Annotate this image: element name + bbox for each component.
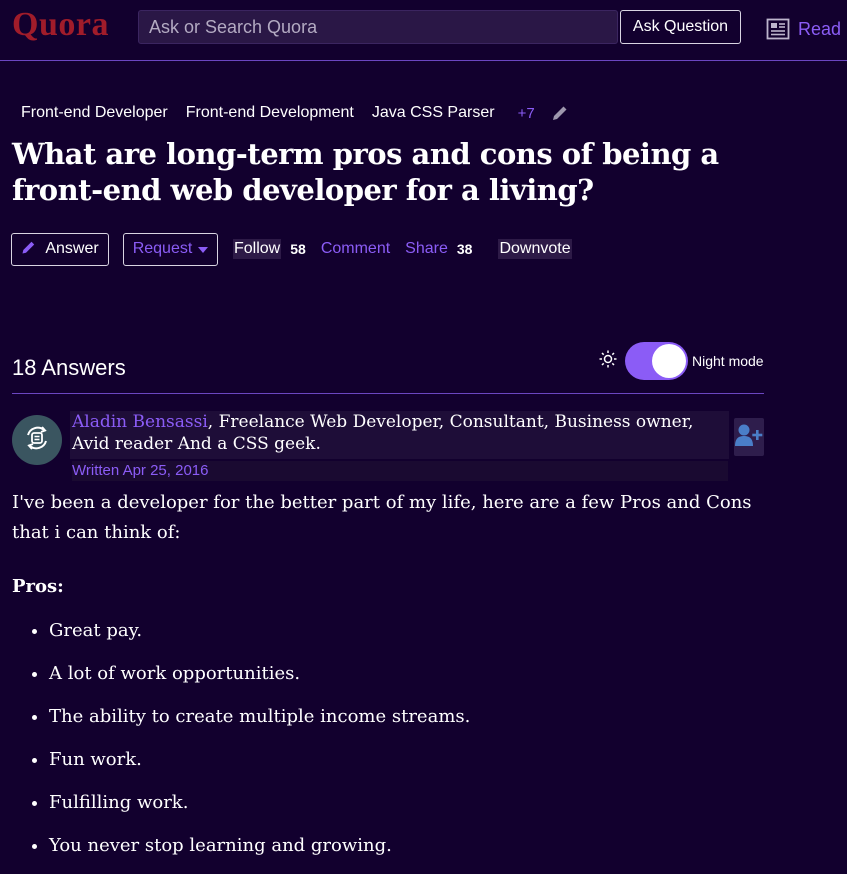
list-item: Fun work. (49, 745, 772, 775)
read-label: Read (798, 18, 842, 39)
topic-front-end-developer[interactable]: Front-end Developer (21, 104, 168, 122)
caret-down-icon (198, 240, 209, 258)
add-user-icon (735, 423, 763, 452)
topic-front-end-development[interactable]: Front-end Development (186, 104, 354, 122)
list-item: You never stop learning and growing. (49, 831, 772, 861)
share-button[interactable]: Share (405, 240, 448, 258)
answer-button-label: Answer (45, 240, 99, 257)
night-mode-label: Night mode (692, 353, 764, 369)
question-actions: Answer Request Follow 58 Comment Share 3… (11, 232, 572, 266)
answer-intro: I've been a developer for the better par… (12, 492, 752, 543)
topic-list: Front-end Developer Front-end Developmen… (12, 101, 569, 125)
pros-heading: Pros: (12, 576, 64, 597)
newspaper-icon (766, 17, 790, 41)
top-nav-bar: Quora Ask Question Read (0, 0, 847, 61)
downvote-button[interactable]: Downvote (498, 239, 572, 259)
list-item: Fulfilling work. (49, 788, 772, 818)
topic-java-css-parser[interactable]: Java CSS Parser (372, 104, 495, 122)
author-avatar[interactable] (12, 415, 62, 465)
toggle-knob (652, 344, 686, 378)
author-name[interactable]: Aladin Bensassi (72, 412, 208, 432)
sun-icon (599, 350, 617, 373)
answer-button[interactable]: Answer (11, 232, 109, 266)
quora-logo[interactable]: Quora (12, 6, 109, 44)
search-input[interactable] (138, 10, 618, 44)
share-count: 38 (456, 241, 473, 257)
avatar-icon (24, 425, 50, 456)
answer-date[interactable]: Written Apr 25, 2016 (72, 461, 728, 481)
comment-button[interactable]: Comment (321, 240, 390, 258)
list-item: Great pay. (49, 616, 772, 646)
pencil-icon[interactable] (551, 104, 569, 122)
ask-question-button[interactable]: Ask Question (620, 10, 741, 44)
author-credential-box: Aladin Bensassi, Freelance Web Developer… (70, 411, 729, 459)
answers-count: 18 Answers (12, 355, 126, 380)
request-button[interactable]: Request (123, 232, 218, 266)
follow-user-button[interactable] (734, 418, 764, 456)
night-mode-control: Night mode (599, 342, 764, 380)
answer-content: I've been a developer for the better par… (12, 488, 772, 874)
night-mode-toggle[interactable] (625, 342, 688, 380)
pros-list: Great pay. A lot of work opportunities. … (12, 616, 772, 861)
list-item: The ability to create multiple income st… (49, 702, 772, 732)
question-title: What are long-term pros and cons of bein… (12, 137, 719, 207)
list-item: A lot of work opportunities. (49, 659, 772, 689)
follow-count: 58 (290, 241, 306, 257)
request-button-label: Request (132, 240, 193, 257)
pencil-icon (21, 239, 37, 260)
follow-button[interactable]: Follow (233, 239, 282, 259)
more-topics-link[interactable]: +7 (518, 105, 535, 122)
answers-header: 18 Answers Night mode (12, 340, 764, 394)
read-nav-link[interactable]: Read (766, 15, 841, 43)
